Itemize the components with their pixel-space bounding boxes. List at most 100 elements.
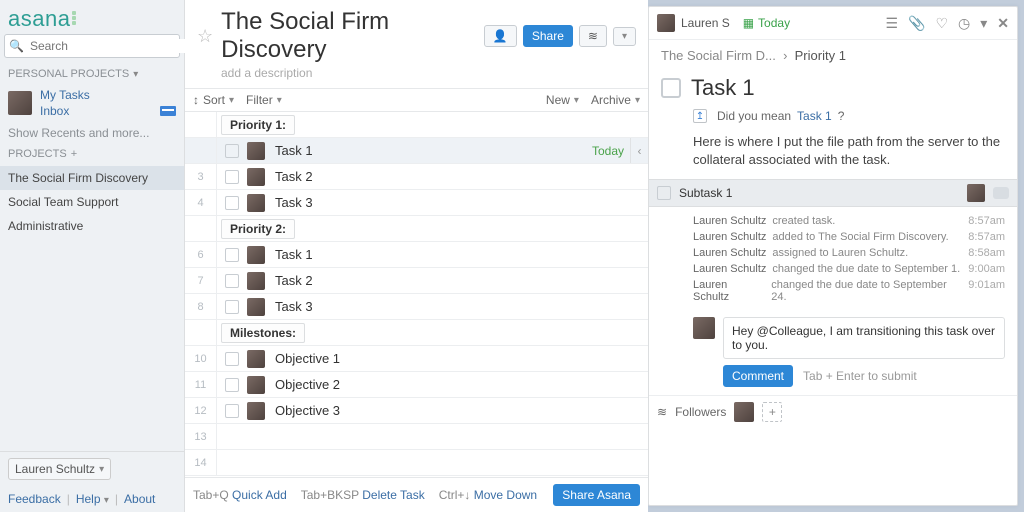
sort-button[interactable]: ↕ Sort ▾ — [193, 93, 234, 107]
did-you-mean-link[interactable]: Task 1 — [797, 109, 832, 123]
list-icon[interactable]: ☰ — [885, 15, 898, 32]
subtask-checkbox[interactable] — [657, 186, 671, 200]
assignee-avatar[interactable] — [247, 298, 265, 316]
comment-input[interactable]: Hey @Colleague, I am transitioning this … — [723, 317, 1005, 359]
rss-button[interactable]: ≋ — [579, 25, 607, 47]
rss-icon: ≋ — [657, 405, 667, 419]
task-row[interactable]: Task 1Today‹ — [185, 138, 648, 164]
more-icon[interactable]: ▾ — [980, 15, 987, 32]
task-name[interactable]: Task 1 — [265, 143, 592, 158]
assignee-avatar[interactable] — [247, 194, 265, 212]
heart-icon[interactable]: ♡ — [935, 15, 948, 32]
assignee-avatar[interactable] — [247, 272, 265, 290]
show-recents-link[interactable]: Show Recents and more... — [0, 122, 184, 144]
task-name[interactable]: Task 1 — [265, 247, 648, 262]
task-checkbox[interactable] — [225, 196, 239, 210]
task-checkbox[interactable] — [225, 352, 239, 366]
asana-logo: asana — [0, 0, 184, 34]
task-row[interactable]: 4Task 3 — [185, 190, 648, 216]
task-description[interactable]: Here is where I put the file path from t… — [649, 129, 1017, 179]
project-description[interactable]: add a description — [185, 66, 648, 88]
quick-add-link[interactable]: Quick Add — [232, 488, 287, 502]
task-name[interactable]: Objective 2 — [265, 377, 648, 392]
info-icon: ↥ — [693, 109, 707, 123]
due-badge: Today — [592, 144, 630, 158]
project-list: The Social Firm Discovery Social Team Su… — [0, 166, 184, 238]
project-title[interactable]: The Social Firm Discovery — [221, 8, 476, 64]
task-row[interactable]: 11Objective 2 — [185, 372, 648, 398]
due-date-field[interactable]: ▦ Today — [738, 13, 795, 33]
task-name[interactable]: Task 3 — [265, 299, 648, 314]
sidebar: asana 🔍 ▾ Personal Projects▾ My Tasks In… — [0, 0, 185, 512]
search-input[interactable]: 🔍 ▾ — [4, 34, 180, 58]
feedback-link[interactable]: Feedback — [8, 492, 61, 506]
task-row[interactable]: 7Task 2 — [185, 268, 648, 294]
task-title[interactable]: Task 1 — [691, 75, 755, 101]
move-down-link[interactable]: Move Down — [474, 488, 537, 502]
task-checkbox[interactable] — [225, 170, 239, 184]
section-header[interactable]: Milestones: — [221, 323, 305, 343]
activity-feed: Lauren Schultzcreated task.8:57amLauren … — [649, 207, 1017, 311]
assignee-field[interactable]: Lauren S — [657, 14, 730, 32]
account-menu[interactable]: Lauren Schultz▾ — [8, 458, 111, 480]
task-row[interactable]: 10Objective 1 — [185, 346, 648, 372]
task-checkbox[interactable] — [225, 300, 239, 314]
assignee-avatar[interactable] — [247, 376, 265, 394]
comment-hint: Tab + Enter to submit — [803, 369, 917, 383]
expand-icon[interactable]: ‹ — [630, 138, 648, 163]
task-checkbox[interactable] — [225, 274, 239, 288]
new-button[interactable]: New ▾ — [546, 93, 579, 107]
assignee-avatar[interactable] — [247, 168, 265, 186]
assignee-avatar[interactable] — [247, 402, 265, 420]
section-header[interactable]: Priority 1: — [221, 115, 295, 135]
task-checkbox[interactable] — [225, 378, 239, 392]
project-menu-button[interactable]: ▾ — [613, 27, 636, 46]
assignee-avatar[interactable] — [247, 246, 265, 264]
add-project-icon[interactable]: + — [71, 148, 77, 160]
share-asana-button[interactable]: Share Asana — [553, 484, 640, 506]
subtask-row[interactable]: Subtask 1 — [649, 179, 1017, 207]
task-list-pane: ☆ The Social Firm Discovery 👤 Share ≋ ▾ … — [185, 0, 648, 512]
assignee-avatar[interactable] — [247, 350, 265, 368]
my-tasks-link[interactable]: My Tasks — [40, 88, 176, 102]
project-item[interactable]: The Social Firm Discovery — [0, 166, 184, 190]
comment-button[interactable]: Comment — [723, 365, 793, 387]
project-item[interactable]: Administrative — [0, 214, 184, 238]
attachment-icon[interactable]: 📎 — [908, 15, 925, 32]
assignee-avatar[interactable] — [247, 142, 265, 160]
task-name[interactable]: Objective 1 — [265, 351, 648, 366]
task-row[interactable]: 3Task 2 — [185, 164, 648, 190]
star-icon[interactable]: ☆ — [197, 26, 213, 47]
members-button[interactable]: 👤 — [484, 25, 517, 47]
share-button[interactable]: Share — [523, 25, 573, 47]
archive-button[interactable]: Archive ▾ — [591, 93, 640, 107]
about-link[interactable]: About — [124, 492, 155, 506]
add-follower-button[interactable]: + — [762, 402, 782, 422]
task-name[interactable]: Task 3 — [265, 195, 648, 210]
task-row[interactable]: 6Task 1 — [185, 242, 648, 268]
task-checkbox[interactable] — [225, 248, 239, 262]
task-name[interactable]: Objective 3 — [265, 403, 648, 418]
task-name[interactable]: Task 2 — [265, 169, 648, 184]
keyboard-shortcuts-bar: Tab+Q Quick Add Tab+BKSP Delete Task Ctr… — [185, 477, 648, 512]
delete-task-link[interactable]: Delete Task — [362, 488, 424, 502]
follower-avatar[interactable] — [734, 402, 754, 422]
task-row[interactable]: 12Objective 3 — [185, 398, 648, 424]
task-row[interactable]: 8Task 3 — [185, 294, 648, 320]
task-name[interactable]: Task 2 — [265, 273, 648, 288]
complete-checkbox[interactable] — [661, 78, 681, 98]
close-icon[interactable]: ✕ — [997, 15, 1009, 32]
help-link[interactable]: Help ▾ — [76, 492, 109, 506]
filter-button[interactable]: Filter ▾ — [246, 93, 282, 107]
timer-icon[interactable]: ◷ — [958, 15, 970, 32]
project-item[interactable]: Social Team Support — [0, 190, 184, 214]
task-detail-pane: Lauren S ▦ Today ☰ 📎 ♡ ◷ ▾ ✕ The Social … — [648, 6, 1018, 506]
task-checkbox[interactable] — [225, 144, 239, 158]
section-header[interactable]: Priority 2: — [221, 219, 295, 239]
breadcrumb[interactable]: The Social Firm D... › Priority 1 — [649, 40, 1017, 71]
inbox-link[interactable]: Inbox — [40, 104, 69, 118]
task-checkbox[interactable] — [225, 404, 239, 418]
personal-projects-header[interactable]: Personal Projects▾ — [0, 64, 184, 84]
did-you-mean: ↥ Did you mean Task 1? — [649, 109, 1017, 129]
projects-header[interactable]: Projects + — [0, 144, 184, 164]
